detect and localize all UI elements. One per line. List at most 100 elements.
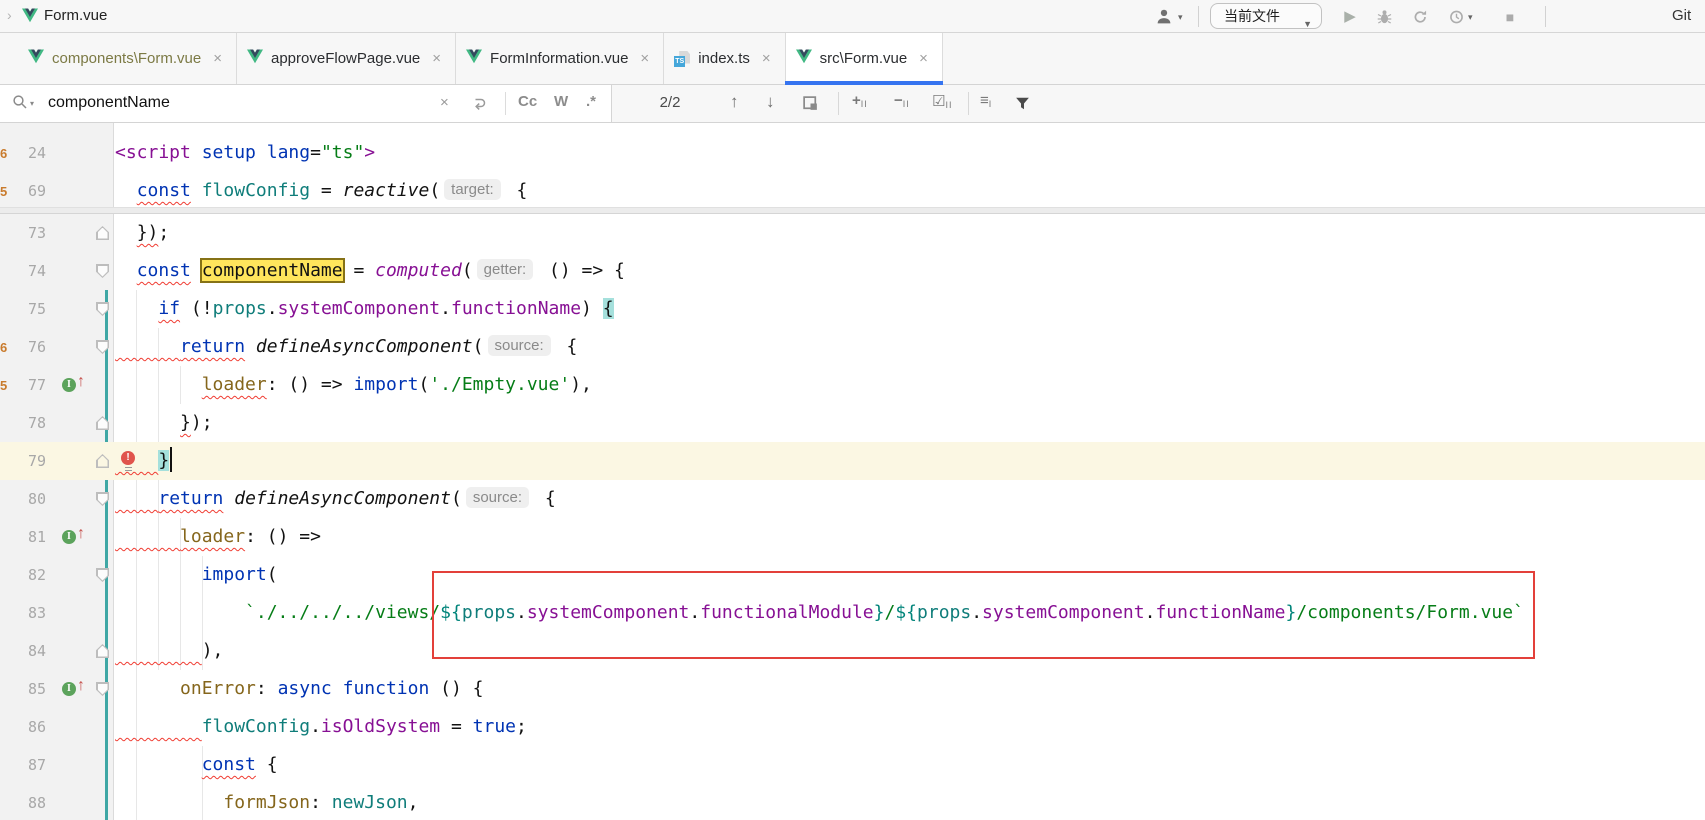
code-text[interactable]: onError: async function () { [115,670,484,708]
code-text[interactable]: }); [115,214,169,252]
code-token [115,792,223,813]
code-line-86[interactable]: 86 flowConfig.isOldSystem = true; [0,708,1705,746]
editor-tab-components-Form-vue[interactable]: components\Form.vue× [18,33,237,84]
filter-search-results-button[interactable] [1014,95,1031,116]
fold-marker-down[interactable] [96,340,109,354]
search-field[interactable]: ▾ × Cc W .* [0,85,612,122]
code-text[interactable]: return defineAsyncComponent(source: { [115,328,577,366]
screen-edge-artifact: 5 [0,378,9,394]
run-configuration-selector[interactable]: 当前文件 ▼ [1210,3,1322,29]
search-icon[interactable] [12,94,28,115]
tab-close-icon[interactable]: × [213,50,222,67]
code-text[interactable]: const flowConfig = reactive(target: { [115,172,527,210]
sub-label: II [945,100,952,110]
code-line-73[interactable]: 73 }); [0,214,1705,252]
whole-words-toggle[interactable]: W [554,93,568,110]
code-token: ; [516,716,527,737]
run-with-coverage-button[interactable] [1410,9,1430,29]
fold-marker-up[interactable] [96,454,109,468]
code-text[interactable]: const componentName = computed(getter: (… [115,252,625,290]
vue-file-icon [466,49,482,69]
next-occurrence-button[interactable]: ↓ [766,92,775,112]
code-text[interactable]: <script setup lang="ts"> [115,134,375,172]
fold-marker-down[interactable] [96,492,109,506]
fold-marker-down[interactable] [96,302,109,316]
editor-tab-index-ts[interactable]: TSindex.ts× [664,33,785,84]
code-line-85[interactable]: 85I↑ onError: async function () { [0,670,1705,708]
breadcrumb-file-name[interactable]: Form.vue [44,7,107,24]
fold-marker-down[interactable] [96,568,109,582]
code-token [256,142,267,163]
code-token: const [137,180,191,201]
code-text[interactable]: }); [115,404,213,442]
code-text[interactable]: import( [115,556,278,594]
code-text[interactable]: loader: () => import('./Empty.vue'), [115,366,592,404]
newline-icon[interactable] [472,95,488,115]
remove-occurrence-button[interactable]: −II [894,92,910,109]
match-case-toggle[interactable]: Cc [518,93,537,110]
fold-marker-up[interactable] [96,226,109,240]
code-editor[interactable]: 73 });74 const componentName = computed(… [0,123,1705,820]
editor-tab-FormInformation-vue[interactable]: FormInformation.vue× [456,33,664,84]
clear-search-icon[interactable]: × [440,94,449,111]
user-dropdown-arrow-icon[interactable]: ▾ [1178,12,1183,23]
code-token: : () => [267,374,354,395]
code-line-79[interactable]: 79! } [0,442,1705,480]
code-line-81[interactable]: 81I↑ loader: () => [0,518,1705,556]
code-text[interactable]: ), [115,632,223,670]
git-widget[interactable]: Git [1672,7,1691,24]
search-input[interactable] [48,90,398,116]
editor-tab-approveFlowPage-vue[interactable]: approveFlowPage.vue× [237,33,456,84]
regex-toggle[interactable]: .* [586,93,596,110]
debug-button[interactable] [1374,9,1394,29]
profiler-button[interactable] [1446,9,1466,29]
user-account-icon[interactable] [1155,8,1173,30]
code-line-74[interactable]: 74 const componentName = computed(getter… [0,252,1705,290]
code-token [332,678,343,699]
parameter-hint-pill: getter: [477,259,534,280]
select-all-occurrences-button[interactable] [802,95,819,117]
check-occurrences-button[interactable]: ☑II [932,92,952,110]
fold-marker-up[interactable] [96,644,109,658]
previous-occurrence-button[interactable]: ↑ [730,92,739,112]
gutter-info-icon[interactable]: I [62,682,76,696]
stop-button[interactable]: ■ [1500,7,1520,27]
parameter-hint-pill: target: [444,179,501,200]
editor-tab-src-Form-vue[interactable]: src\Form.vue × [786,33,943,84]
code-line-87[interactable]: 87 const { [0,746,1705,784]
fold-marker-up[interactable] [96,416,109,430]
code-text[interactable]: flowConfig.isOldSystem = true; [115,708,527,746]
tab-close-icon[interactable]: × [919,50,928,67]
sticky-code-line-69[interactable]: 69 const flowConfig = reactive(target: { [0,172,1705,210]
code-line-77[interactable]: 77I↑ loader: () => import('./Empty.vue')… [0,366,1705,404]
code-line-88[interactable]: 88 formJson: newJson, [0,784,1705,820]
code-line-75[interactable]: 75 if (!props.systemComponent.functionNa… [0,290,1705,328]
code-text[interactable]: loader: () => [115,518,321,556]
code-text[interactable]: } [115,442,172,480]
fold-marker-down[interactable] [96,264,109,278]
code-line-78[interactable]: 78 }); [0,404,1705,442]
code-text[interactable]: return defineAsyncComponent(source: { [115,480,556,518]
run-button[interactable]: ▶ [1340,7,1360,27]
sticky-code-line-24[interactable]: 24<script setup lang="ts"> [0,134,1705,172]
code-token: onError [180,678,256,699]
tab-close-icon[interactable]: × [432,50,441,67]
profiler-dropdown-arrow-icon[interactable]: ▾ [1468,12,1473,23]
code-line-80[interactable]: 80 return defineAsyncComponent(source: { [0,480,1705,518]
code-token: async [278,678,332,699]
code-text[interactable]: if (!props.systemComponent.functionName)… [115,290,614,328]
tab-label: src\Form.vue [820,50,908,67]
add-occurrence-button[interactable]: +II [852,92,868,109]
tab-close-icon[interactable]: × [762,50,771,67]
code-line-76[interactable]: 76 return defineAsyncComponent(source: { [0,328,1705,366]
gutter-info-icon[interactable]: I [62,378,76,392]
fold-marker-down[interactable] [96,682,109,696]
filter-lines-button[interactable]: ≡I [980,92,992,109]
code-text[interactable]: const { [115,746,278,784]
gutter-info-icon[interactable]: I [62,530,76,544]
line-number: 80 [0,480,46,518]
search-options-arrow-icon[interactable]: ▾ [30,99,34,108]
tab-close-icon[interactable]: × [640,50,649,67]
code-text[interactable]: formJson: newJson, [115,784,418,820]
code-token: systemComponent [278,298,441,319]
